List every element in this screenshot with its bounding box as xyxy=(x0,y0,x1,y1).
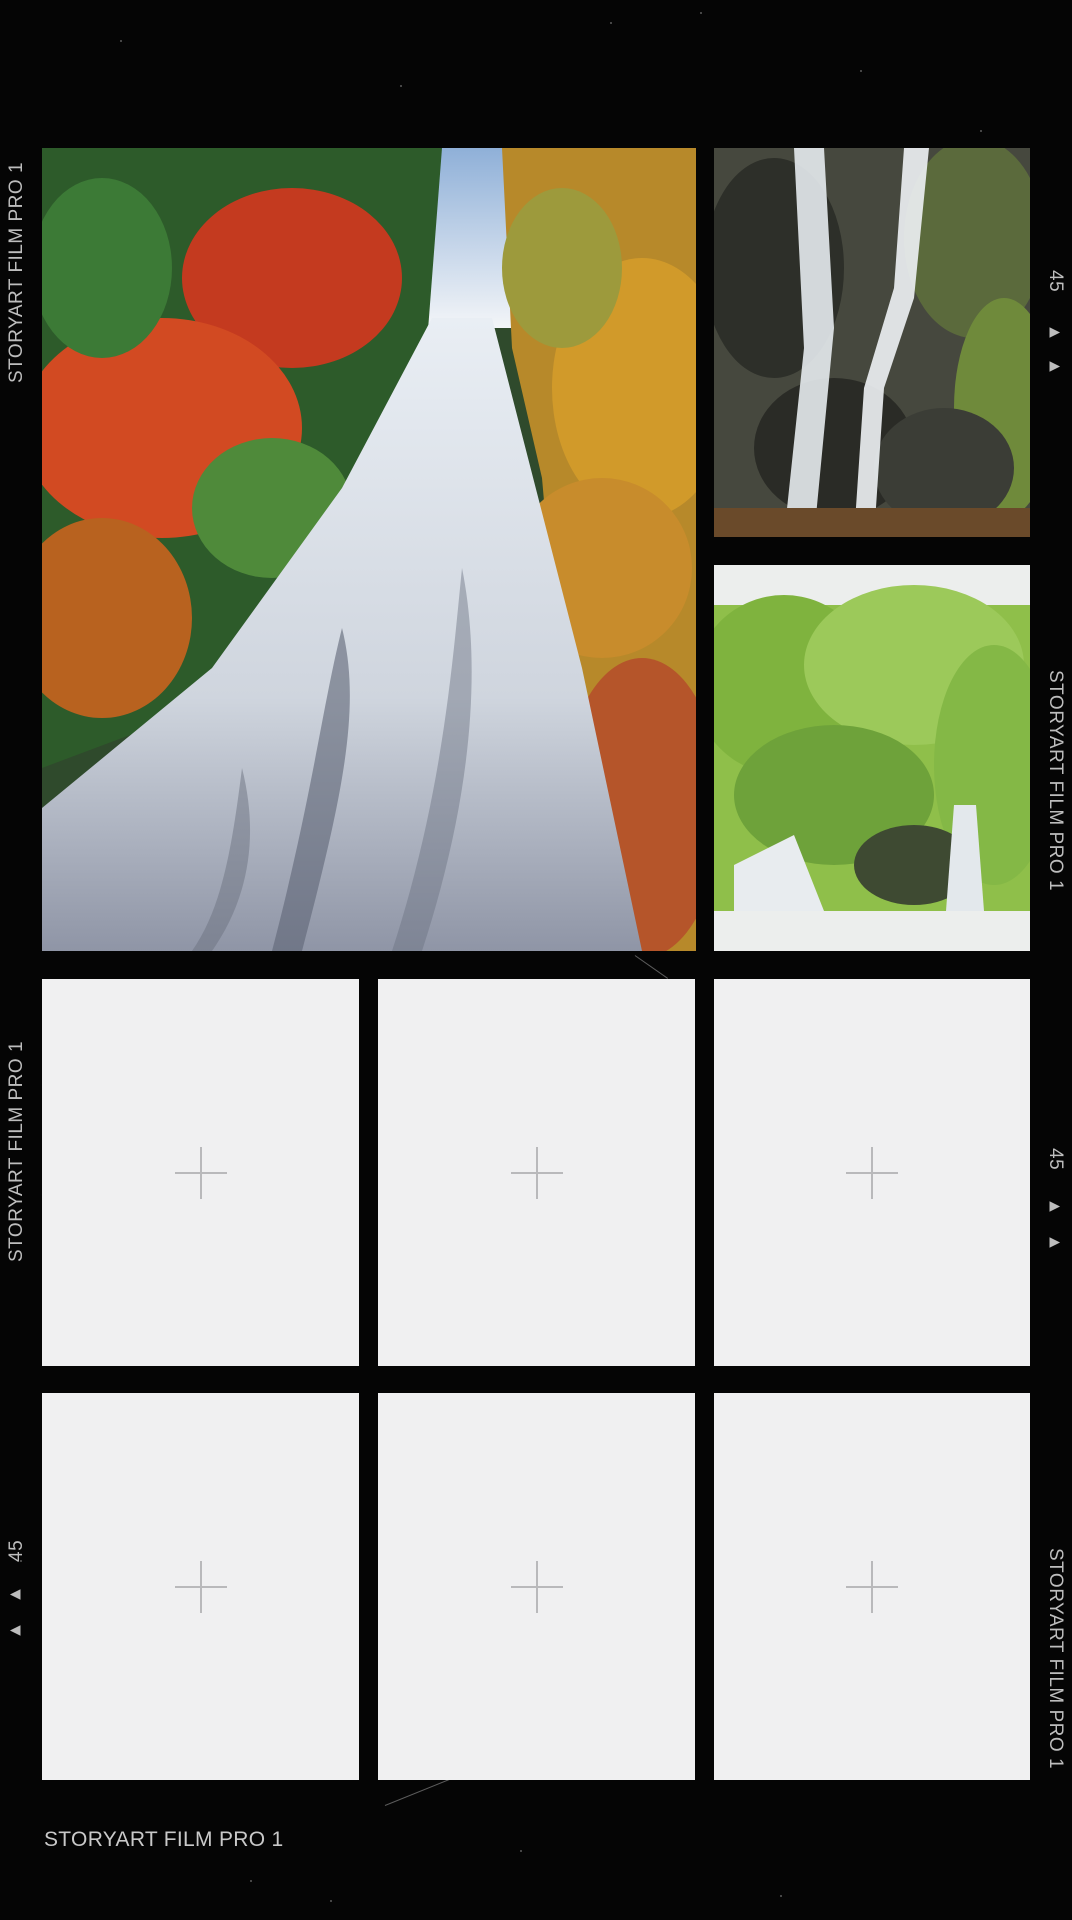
photo-slot-top-right[interactable] xyxy=(714,148,1030,537)
film-edge-label: STORYART FILM PRO 1 xyxy=(1045,1548,1066,1770)
empty-slot[interactable] xyxy=(42,1393,359,1780)
photo-slot-middle-right[interactable] xyxy=(714,565,1030,951)
frame-marker-icon: ▲ xyxy=(1045,1233,1066,1252)
frame-marker-icon: ▲ xyxy=(4,1585,25,1604)
film-scratch xyxy=(634,955,669,979)
plus-icon xyxy=(846,1560,898,1613)
frame-number: 45 xyxy=(1045,270,1066,293)
photo-slot-large[interactable] xyxy=(42,148,696,951)
empty-slot[interactable] xyxy=(42,979,359,1366)
frame-marker-icon: ▲ xyxy=(1045,323,1066,342)
waterfall-green-forest-photo xyxy=(714,565,1030,951)
empty-slot[interactable] xyxy=(714,1393,1030,1780)
frame-number: 45 xyxy=(1045,1148,1066,1171)
film-bottom-label: STORYART FILM PRO 1 xyxy=(44,1828,284,1851)
empty-slot[interactable] xyxy=(714,979,1030,1366)
film-edge-label: STORYART FILM PRO 1 xyxy=(6,161,27,383)
waterfall-autumn-photo xyxy=(42,148,696,951)
frame-marker-icon: ▲ xyxy=(1045,357,1066,376)
frame-marker-icon: ▲ xyxy=(1045,1197,1066,1216)
plus-icon xyxy=(510,1146,563,1199)
empty-slot[interactable] xyxy=(378,979,695,1366)
waterfall-rocks-photo xyxy=(714,148,1030,537)
plus-icon xyxy=(510,1560,563,1613)
frame-number: 45 xyxy=(6,1539,27,1562)
frame-marker-icon: ▲ xyxy=(4,1621,25,1640)
empty-slot[interactable] xyxy=(378,1393,695,1780)
plus-icon xyxy=(174,1146,227,1199)
plus-icon xyxy=(846,1146,898,1199)
film-edge-label: STORYART FILM PRO 1 xyxy=(1045,670,1066,892)
plus-icon xyxy=(174,1560,227,1613)
film-edge-label: STORYART FILM PRO 1 xyxy=(6,1040,27,1262)
film-collage-template: STORYART FILM PRO 1 STORYART FILM PRO 1 … xyxy=(0,0,1072,1920)
